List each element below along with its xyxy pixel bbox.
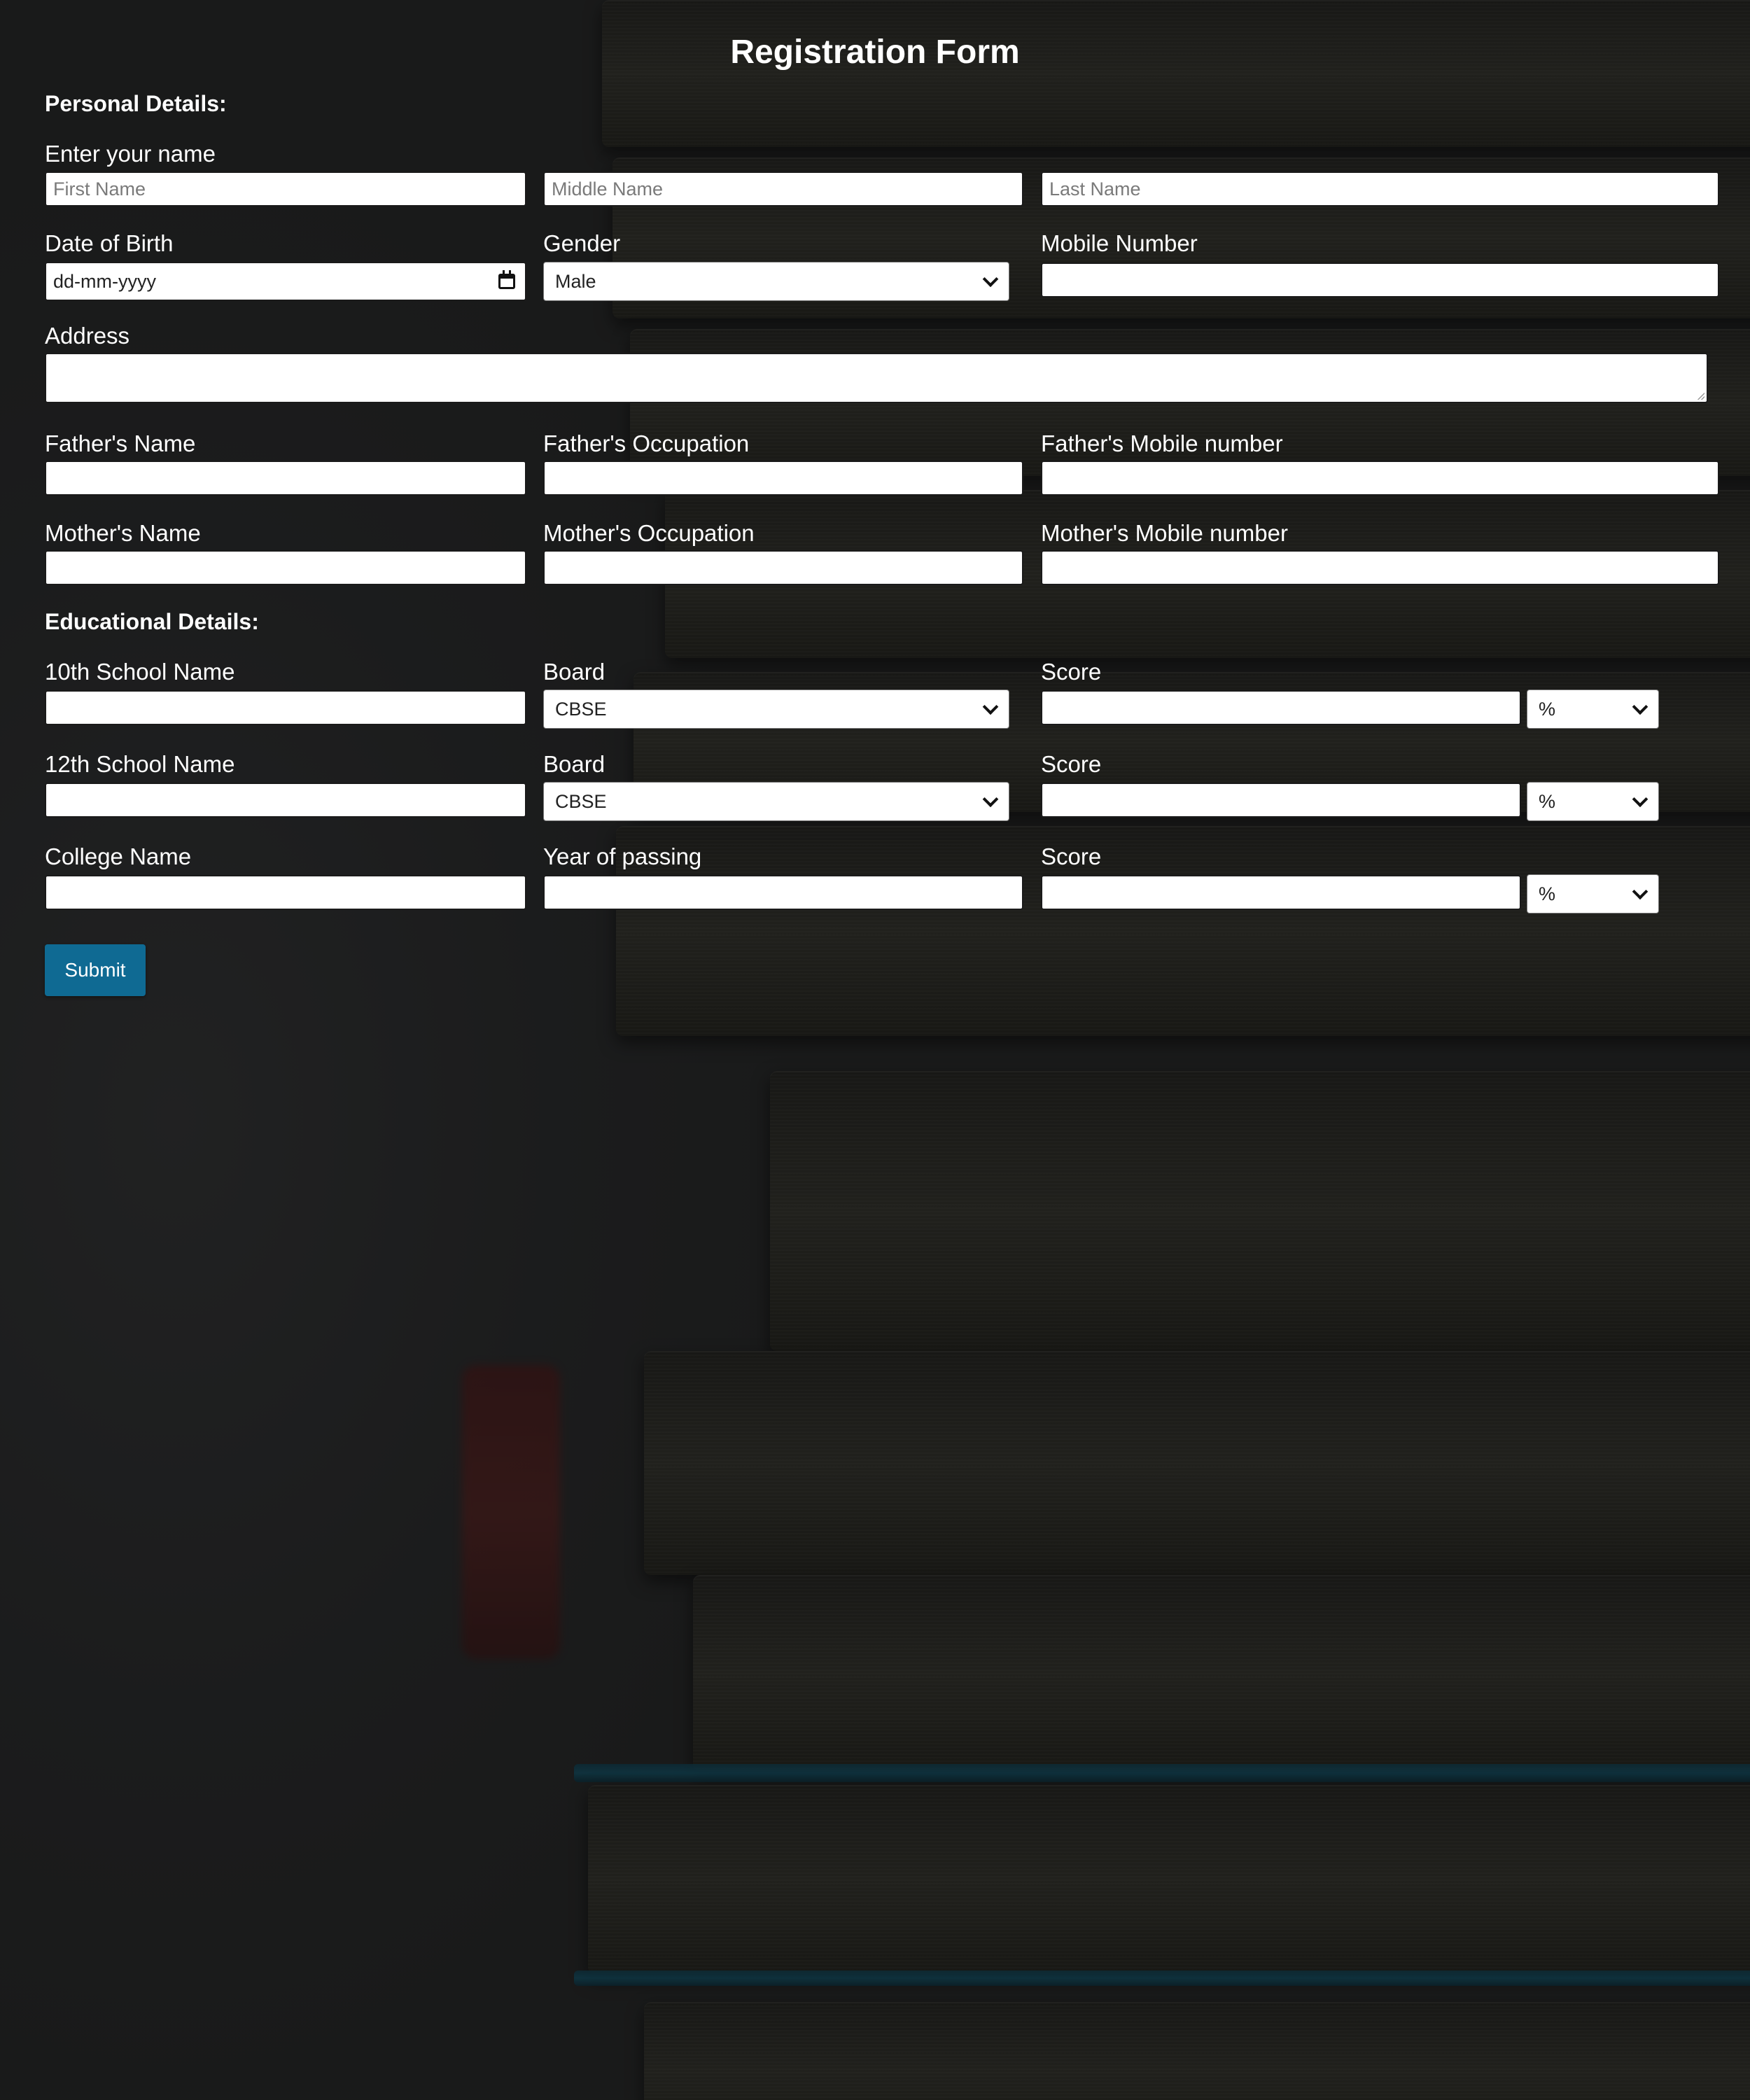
middle-name-input[interactable]: Middle Name bbox=[543, 172, 1023, 206]
educational-details-heading: Educational Details: bbox=[45, 609, 259, 634]
school10-label: 10th School Name bbox=[45, 659, 235, 685]
gender-select[interactable]: Male bbox=[543, 262, 1009, 301]
board10-value: CBSE bbox=[555, 698, 607, 720]
name-label: Enter your name bbox=[45, 141, 216, 167]
school12-label: 12th School Name bbox=[45, 751, 235, 777]
board10-select[interactable]: CBSE bbox=[543, 690, 1009, 729]
father-name-label: Father's Name bbox=[45, 430, 196, 456]
father-name-input[interactable] bbox=[45, 461, 526, 496]
dob-label: Date of Birth bbox=[45, 230, 174, 256]
personal-details-heading: Personal Details: bbox=[45, 91, 227, 116]
mother-occupation-input[interactable] bbox=[543, 550, 1023, 585]
mother-name-label: Mother's Name bbox=[45, 520, 201, 546]
board12-label: Board bbox=[543, 751, 606, 777]
submit-button[interactable]: Submit bbox=[45, 944, 146, 996]
address-textarea[interactable] bbox=[45, 353, 1708, 403]
first-name-input[interactable]: First Name bbox=[45, 172, 526, 206]
board10-label: Board bbox=[543, 659, 606, 685]
dob-value: dd-mm-yyyy bbox=[53, 270, 156, 292]
score10-unit-value: % bbox=[1539, 698, 1556, 720]
score-college-label: Score bbox=[1041, 844, 1102, 869]
chevron-down-icon bbox=[982, 271, 999, 288]
mother-mobile-input[interactable] bbox=[1041, 550, 1719, 585]
college-input[interactable] bbox=[45, 875, 526, 910]
mobile-input[interactable] bbox=[1041, 262, 1719, 298]
year-label: Year of passing bbox=[543, 844, 702, 869]
resize-grip-icon[interactable] bbox=[1698, 393, 1704, 400]
score-college-unit-select[interactable]: % bbox=[1527, 874, 1659, 913]
score10-input[interactable] bbox=[1041, 690, 1521, 725]
registration-page: Registration Form Personal Details: Ente… bbox=[0, 0, 1750, 2100]
gender-value: Male bbox=[555, 270, 596, 292]
chevron-down-icon bbox=[1632, 699, 1648, 715]
chevron-down-icon bbox=[1632, 791, 1648, 808]
dob-input[interactable]: dd-mm-yyyy bbox=[45, 262, 526, 301]
chevron-down-icon bbox=[1632, 883, 1648, 900]
school10-input[interactable] bbox=[45, 690, 526, 725]
mother-mobile-label: Mother's Mobile number bbox=[1041, 520, 1288, 546]
mother-occupation-label: Mother's Occupation bbox=[543, 520, 755, 546]
board12-select[interactable]: CBSE bbox=[543, 782, 1009, 821]
board12-value: CBSE bbox=[555, 790, 607, 812]
year-input[interactable] bbox=[543, 875, 1023, 910]
score12-unit-value: % bbox=[1539, 790, 1556, 812]
father-occupation-input[interactable] bbox=[543, 461, 1023, 496]
score-college-input[interactable] bbox=[1041, 875, 1521, 910]
score10-unit-select[interactable]: % bbox=[1527, 690, 1659, 729]
page-title: Registration Form bbox=[730, 34, 1020, 71]
score12-label: Score bbox=[1041, 751, 1102, 777]
school12-input[interactable] bbox=[45, 783, 526, 818]
score10-label: Score bbox=[1041, 659, 1102, 685]
last-name-input[interactable]: Last Name bbox=[1041, 172, 1719, 206]
father-mobile-label: Father's Mobile number bbox=[1041, 430, 1283, 456]
chevron-down-icon bbox=[982, 699, 999, 715]
calendar-icon[interactable] bbox=[498, 270, 515, 289]
gender-label: Gender bbox=[543, 230, 621, 256]
chevron-down-icon bbox=[982, 791, 999, 808]
father-mobile-input[interactable] bbox=[1041, 461, 1719, 496]
score-college-unit-value: % bbox=[1539, 883, 1556, 904]
college-label: College Name bbox=[45, 844, 192, 869]
mobile-label: Mobile Number bbox=[1041, 230, 1198, 256]
mother-name-input[interactable] bbox=[45, 550, 526, 585]
father-occupation-label: Father's Occupation bbox=[543, 430, 750, 456]
address-label: Address bbox=[45, 323, 130, 349]
score12-input[interactable] bbox=[1041, 783, 1521, 818]
score12-unit-select[interactable]: % bbox=[1527, 782, 1659, 821]
